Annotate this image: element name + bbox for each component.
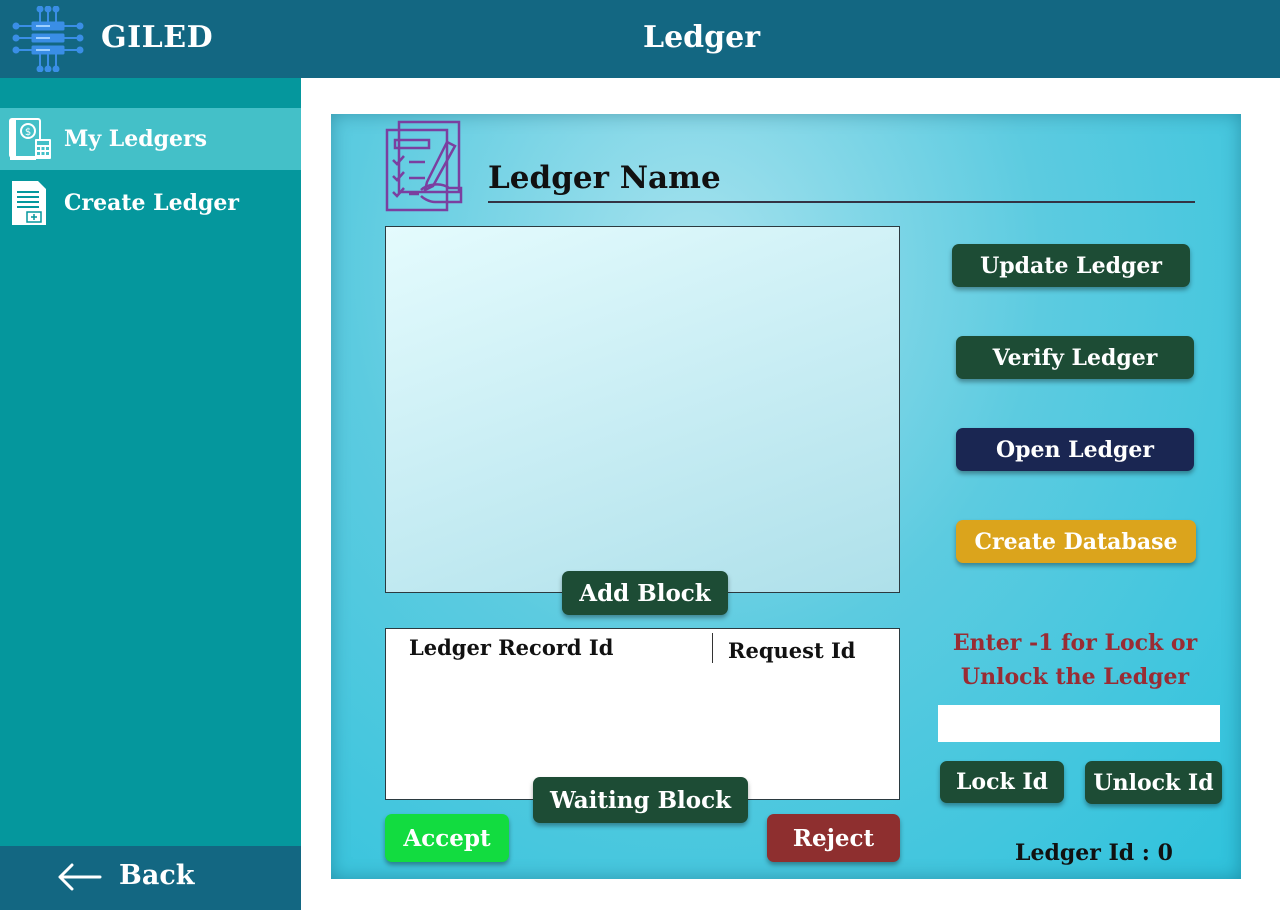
verify-ledger-button[interactable]: Verify Ledger	[956, 336, 1194, 379]
ledger-calculator-icon: $	[9, 118, 51, 160]
column-header-ledger-record-id: Ledger Record Id	[409, 635, 614, 660]
lock-instruction: Enter -1 for Lock or Unlock the Ledger	[937, 626, 1213, 694]
page-title: Ledger	[642, 20, 761, 55]
lock-instruction-line: Unlock the Ledger	[960, 664, 1190, 690]
arrow-left-icon	[58, 863, 102, 891]
ledger-name-divider	[488, 201, 1195, 203]
sidebar-item-create-ledger[interactable]: Create Ledger	[0, 172, 301, 234]
lock-instruction-line: Enter -1 for Lock or	[952, 630, 1198, 656]
blocks-display[interactable]	[385, 226, 900, 593]
waiting-block-button[interactable]: Waiting Block	[533, 777, 748, 823]
open-ledger-button[interactable]: Open Ledger	[956, 428, 1194, 471]
back-button[interactable]: Back	[0, 846, 301, 910]
app-name: GILED	[101, 20, 214, 55]
sidebar: $ My Ledgers Create Ledger	[0, 78, 301, 910]
svg-text:$: $	[25, 127, 31, 138]
document-add-icon	[12, 181, 46, 225]
back-label: Back	[119, 860, 195, 891]
ledger-name-label: Ledger Name	[488, 160, 721, 196]
sidebar-item-my-ledgers[interactable]: $ My Ledgers	[0, 108, 301, 170]
ledger-id-label: Ledger Id : 0	[1015, 840, 1173, 866]
unlock-id-button[interactable]: Unlock Id	[1085, 761, 1222, 804]
lock-id-button[interactable]: Lock Id	[940, 761, 1064, 803]
add-block-button[interactable]: Add Block	[562, 571, 728, 615]
top-bar: GILED Ledger	[0, 0, 1280, 78]
create-database-button[interactable]: Create Database	[956, 520, 1196, 563]
update-ledger-button[interactable]: Update Ledger	[952, 244, 1190, 287]
column-header-request-id: Request Id	[728, 638, 856, 663]
waiting-table[interactable]: Ledger Record Id Request Id	[385, 628, 900, 800]
lock-id-input[interactable]	[938, 705, 1220, 742]
accept-button[interactable]: Accept	[385, 814, 509, 862]
reject-button[interactable]: Reject	[767, 814, 900, 862]
blockchain-server-icon	[12, 6, 84, 72]
ledger-panel: Ledger Name Add Block Ledger Record Id R…	[331, 114, 1241, 879]
column-divider	[712, 633, 713, 663]
ledger-checklist-icon	[385, 120, 463, 212]
sidebar-item-label: My Ledgers	[64, 126, 207, 152]
sidebar-item-label: Create Ledger	[64, 190, 239, 216]
